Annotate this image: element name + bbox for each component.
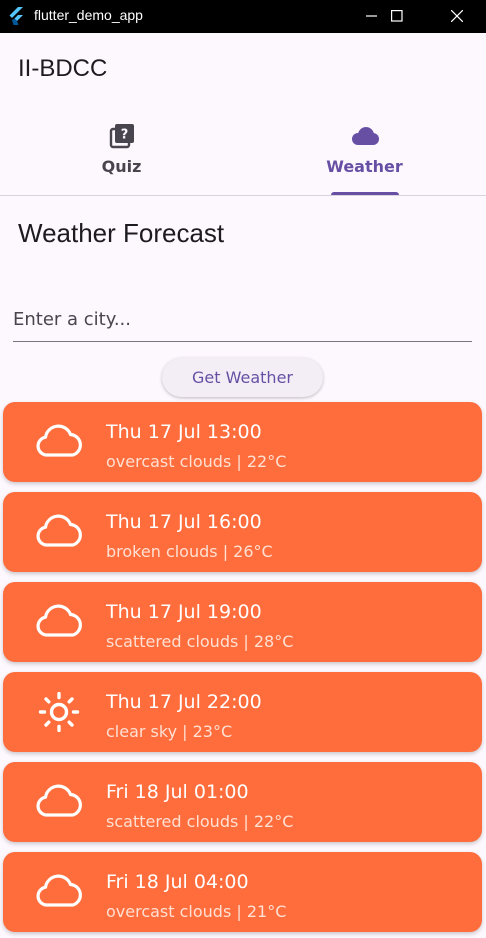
forecast-description: overcast clouds | 21°C (106, 902, 287, 921)
forecast-description: broken clouds | 26°C (106, 542, 273, 561)
cloud-icon (36, 424, 82, 457)
flutter-logo-icon (9, 7, 23, 25)
forecast-time: Thu 17 Jul 19:00 (106, 601, 262, 623)
forecast-time: Thu 17 Jul 22:00 (106, 691, 262, 713)
tab-quiz[interactable]: ? Quiz (0, 118, 243, 194)
quiz-icon: ? (109, 124, 134, 149)
forecast-card[interactable]: Thu 17 Jul 19:00 scattered clouds | 28°C (3, 582, 482, 662)
forecast-card[interactable]: Fri 18 Jul 01:00 scattered clouds | 22°C (3, 762, 482, 842)
tab-weather-label: Weather (326, 157, 403, 176)
maximize-button[interactable] (374, 0, 420, 33)
get-weather-button[interactable]: Get Weather (162, 358, 323, 397)
forecast-card[interactable]: Thu 17 Jul 22:00 clear sky | 23°C (3, 672, 482, 752)
cloud-icon (36, 874, 82, 907)
page-title: Weather Forecast (18, 218, 225, 248)
app-title: II-BDCC (18, 55, 108, 82)
forecast-time: Fri 18 Jul 04:00 (106, 871, 249, 893)
window-titlebar: flutter_demo_app (0, 0, 486, 33)
maximize-icon (391, 10, 403, 22)
cloud-icon (36, 514, 82, 547)
forecast-description: scattered clouds | 28°C (106, 632, 294, 651)
cloud-icon (36, 784, 82, 817)
forecast-card[interactable]: Thu 17 Jul 16:00 broken clouds | 26°C (3, 492, 482, 572)
forecast-card[interactable]: Thu 17 Jul 13:00 overcast clouds | 22°C (3, 402, 482, 482)
forecast-time: Thu 17 Jul 16:00 (106, 511, 262, 533)
forecast-time: Thu 17 Jul 13:00 (106, 421, 262, 443)
close-button[interactable] (434, 0, 480, 33)
cloud-icon (36, 604, 82, 637)
forecast-description: clear sky | 23°C (106, 722, 233, 741)
sun-icon (38, 692, 80, 732)
forecast-description: overcast clouds | 22°C (106, 452, 287, 471)
svg-text:?: ? (120, 128, 128, 143)
tab-divider (0, 195, 486, 196)
window-title: flutter_demo_app (34, 7, 143, 23)
forecast-time: Fri 18 Jul 01:00 (106, 781, 249, 803)
close-icon (451, 10, 463, 22)
cloud-icon (351, 127, 379, 145)
tab-weather[interactable]: Weather (243, 118, 486, 194)
city-input[interactable] (13, 298, 472, 342)
forecast-card[interactable]: Fri 18 Jul 04:00 overcast clouds | 21°C (3, 852, 482, 932)
tab-quiz-label: Quiz (101, 157, 142, 176)
forecast-description: scattered clouds | 22°C (106, 812, 294, 831)
